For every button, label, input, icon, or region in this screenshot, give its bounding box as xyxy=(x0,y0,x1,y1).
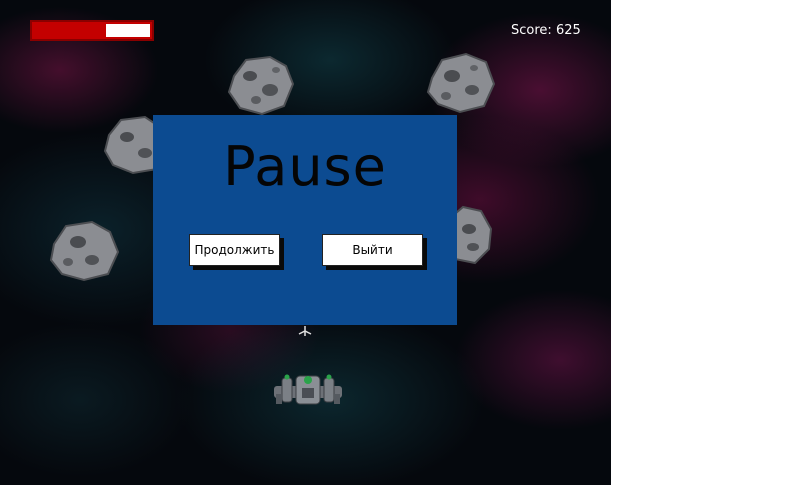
score-label: Score: xyxy=(511,23,552,38)
asteroid-icon xyxy=(227,55,295,116)
asteroid-icon xyxy=(49,220,120,282)
score-value: 625 xyxy=(555,23,581,38)
game-viewport: Score: 625 Pause Продолжить Выйти xyxy=(0,0,611,485)
pause-title: Pause xyxy=(223,135,387,198)
blank-canvas-area xyxy=(611,0,786,485)
continue-button[interactable]: Продолжить xyxy=(189,234,280,266)
score-display: Score: 625 xyxy=(511,23,581,38)
crosshair-icon xyxy=(298,326,312,336)
health-bar-remaining xyxy=(106,24,150,37)
exit-button[interactable]: Выйти xyxy=(322,234,423,266)
player-ship-icon xyxy=(274,374,342,405)
pause-menu: Pause Продолжить Выйти xyxy=(153,115,457,325)
health-bar xyxy=(30,20,154,41)
asteroid-icon xyxy=(426,52,496,114)
